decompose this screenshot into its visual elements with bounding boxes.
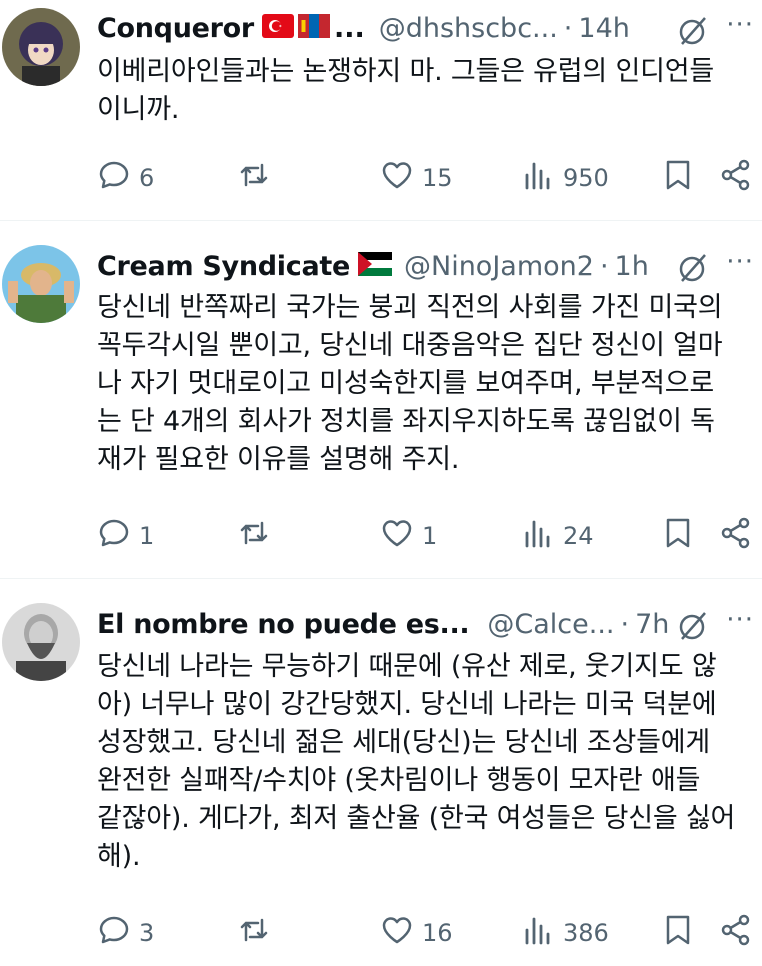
views-icon [521, 913, 555, 953]
tweet-text-line: 는 단 4개의 회사가 정치를 좌지우지하도록 끊임없이 독 [97, 406, 715, 437]
tweet[interactable]: El nombre no puede es... @Calce... · 7h … [0, 579, 762, 965]
tweet-actions: 6 15 950 [97, 158, 762, 198]
retweet-icon [237, 158, 271, 198]
separator-dot: · [599, 250, 609, 282]
reply-icon [97, 913, 131, 953]
share-button[interactable] [719, 158, 753, 198]
grok-icon[interactable] [676, 609, 710, 643]
tweet-text-line: 성장했고. 당신네 젊은 세대(당신)는 당신네 조상들에게 [97, 727, 711, 758]
handle[interactable]: @Calce... [487, 609, 614, 640]
mongolia-flag-icon [297, 14, 330, 42]
like-button[interactable]: 15 [380, 158, 453, 198]
like-icon [380, 913, 414, 953]
share-icon [719, 913, 753, 953]
like-count: 15 [422, 164, 453, 192]
like-button[interactable]: 16 [380, 913, 453, 953]
tweet-text-line: 나 자기 멋대로이고 미성숙한지를 보여주며, 부분적으로 [97, 368, 715, 399]
bookmark-icon [661, 913, 695, 953]
more-icon[interactable]: ··· [726, 605, 754, 635]
separator-dot: · [563, 12, 573, 44]
reply-count: 3 [139, 919, 155, 947]
tweet-text-line: 해). [97, 841, 141, 872]
display-name[interactable]: Cream Syndicate [97, 251, 350, 282]
name-ellipsis: ... [333, 12, 365, 44]
like-count: 16 [422, 919, 453, 947]
more-icon[interactable]: ··· [726, 247, 754, 277]
grok-icon[interactable] [676, 14, 710, 48]
handle[interactable]: @dhshscbc... [379, 13, 558, 44]
separator-dot: · [620, 608, 630, 640]
retweet-button[interactable] [237, 158, 279, 198]
tweet[interactable]: Cream Syndicate @NinoJamon2 · 1h ··· 당신네… [0, 221, 762, 579]
share-button[interactable] [719, 913, 753, 953]
tweet-actions: 1 1 24 [97, 516, 762, 556]
tweet-text-line: 당신네 나라는 무능하기 때문에 (유산 제로, 웃기지도 않 [97, 651, 717, 682]
tweet-header: El nombre no puede es... @Calce... · 7h [97, 604, 762, 644]
tweet-header: Cream Syndicate @NinoJamon2 · 1h [97, 246, 762, 286]
views-button[interactable]: 386 [521, 913, 609, 953]
display-name[interactable]: El nombre no puede es... [97, 609, 470, 640]
tweet-text: 당신네 반쪽짜리 국가는 붕괴 직전의 사회를 가진 미국의 꼭두각시일 뿐이고… [97, 289, 752, 479]
reply-count: 1 [139, 522, 155, 550]
views-count: 950 [563, 164, 609, 192]
share-icon [719, 516, 753, 556]
display-name[interactable]: Conqueror [97, 13, 254, 44]
like-button[interactable]: 1 [380, 516, 437, 556]
tweet-text-line: 완전한 실패작/수치야 (옷차림이나 행동이 모자란 애들 [97, 765, 701, 796]
like-icon [380, 158, 414, 198]
views-button[interactable]: 950 [521, 158, 609, 198]
tweet-actions: 3 16 386 [97, 913, 762, 953]
bookmark-button[interactable] [661, 516, 695, 556]
reply-button[interactable]: 6 [97, 158, 154, 198]
retweet-button[interactable] [237, 516, 279, 556]
more-icon[interactable]: ··· [726, 10, 754, 40]
tweet-text-line: 같잖아). 게다가, 최저 출산율 (한국 여성들은 당신을 싫어 [97, 803, 736, 834]
like-count: 1 [422, 522, 438, 550]
retweet-icon [237, 516, 271, 556]
reply-icon [97, 516, 131, 556]
share-icon [719, 158, 753, 198]
reply-icon [97, 158, 131, 198]
avatar[interactable] [2, 245, 80, 323]
share-button[interactable] [719, 516, 753, 556]
retweet-button[interactable] [237, 913, 279, 953]
timestamp[interactable]: 7h [635, 609, 669, 640]
views-count: 386 [563, 919, 609, 947]
tweet-text-line: 이베리아인들과는 논쟁하지 마. 그들은 유럽의 인디언들 [97, 56, 715, 87]
timestamp[interactable]: 1h [615, 251, 649, 282]
tweet[interactable]: Conqueror ... @dhshscbc... · 14h ··· 이베리… [0, 0, 762, 221]
tweet-header: Conqueror ... @dhshscbc... · 14h [97, 8, 762, 48]
retweet-icon [237, 913, 271, 953]
handle[interactable]: @NinoJamon2 [404, 251, 594, 282]
views-icon [521, 516, 555, 556]
reply-button[interactable]: 3 [97, 913, 154, 953]
tweet-text-line: 당신네 반쪽짜리 국가는 붕괴 직전의 사회를 가진 미국의 [97, 292, 723, 323]
views-count: 24 [563, 522, 594, 550]
palestine-flag-icon [358, 252, 392, 280]
views-button[interactable]: 24 [521, 516, 594, 556]
bookmark-icon [661, 516, 695, 556]
views-icon [521, 158, 555, 198]
tweet-text: 이베리아인들과는 논쟁하지 마. 그들은 유럽의 인디언들 이니까. [97, 53, 752, 129]
tweet-text-line: 꼭두각시일 뿐이고, 당신네 대중음악은 집단 정신이 얼마 [97, 330, 723, 361]
bookmark-button[interactable] [661, 913, 695, 953]
tweet-text-line: 재가 필요한 이유를 설명해 주지. [97, 444, 460, 475]
avatar[interactable] [2, 8, 80, 86]
bookmark-icon [661, 158, 695, 198]
grok-icon[interactable] [676, 251, 710, 285]
like-icon [380, 516, 414, 556]
tweet-text-line: 이니까. [97, 94, 180, 125]
timestamp[interactable]: 14h [578, 13, 629, 44]
tweet-text: 당신네 나라는 무능하기 때문에 (유산 제로, 웃기지도 않 아) 너무나 많… [97, 648, 752, 876]
reply-feed: Conqueror ... @dhshscbc... · 14h ··· 이베리… [0, 0, 762, 966]
bookmark-button[interactable] [661, 158, 695, 198]
turkey-flag-icon [261, 14, 294, 42]
reply-count: 6 [139, 164, 155, 192]
tweet-text-line: 아) 너무나 많이 강간당했지. 당신네 나라는 미국 덕분에 [97, 689, 717, 720]
reply-button[interactable]: 1 [97, 516, 154, 556]
avatar[interactable] [2, 603, 80, 681]
